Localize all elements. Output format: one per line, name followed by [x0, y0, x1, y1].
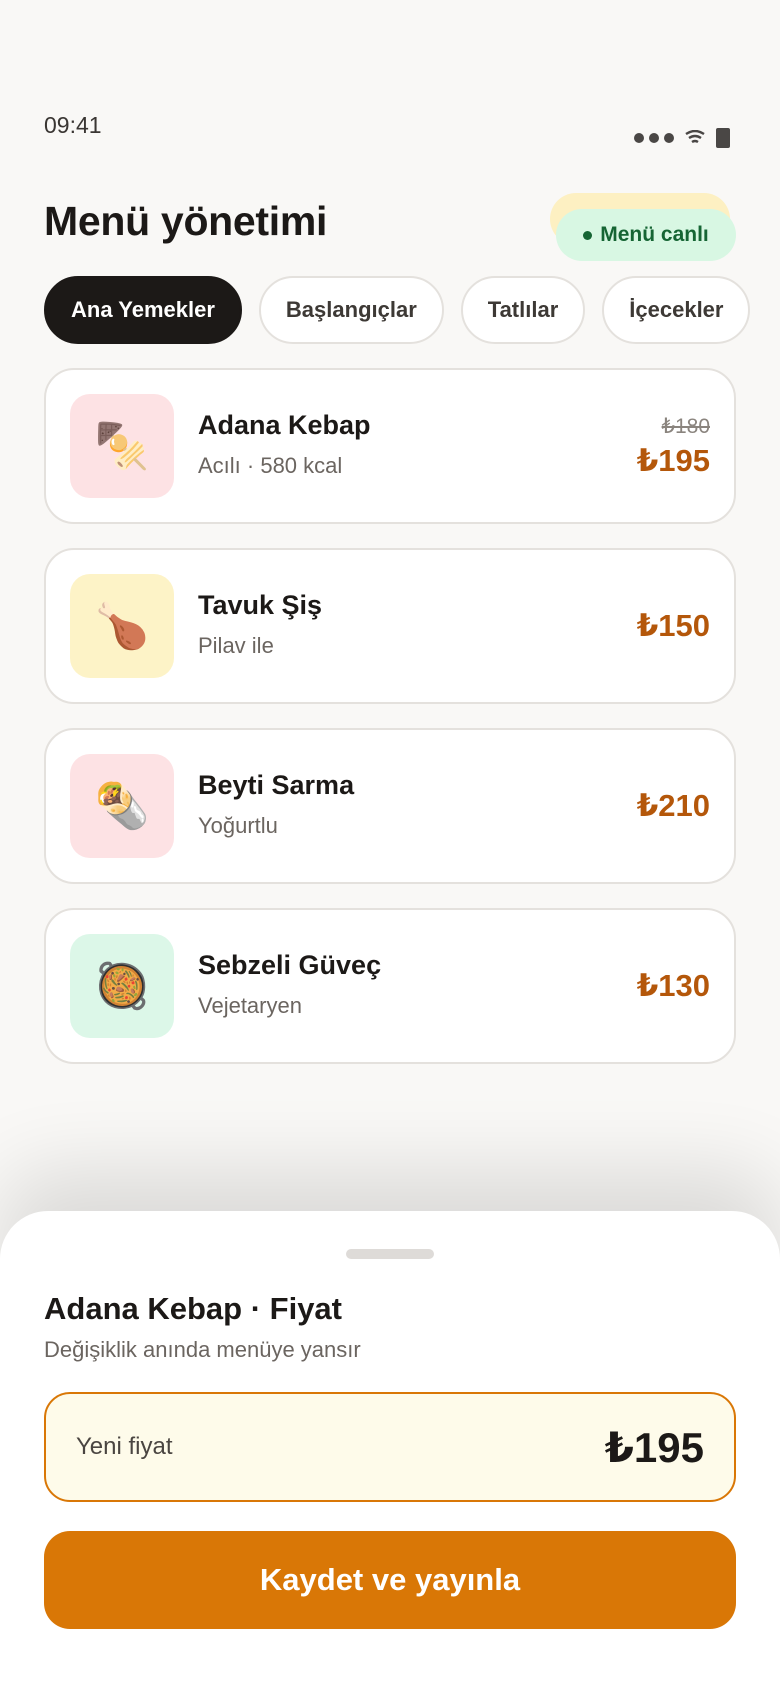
menu-item-tavuk-sis[interactable]: 🍗 Tavuk Şiş Pilav ile ₺150 [44, 548, 736, 704]
tab-icecekler[interactable]: İçecekler [602, 276, 751, 344]
new-price-value[interactable]: ₺195 [605, 1423, 704, 1472]
tab-ana-yemekler[interactable]: Ana Yemekler [44, 276, 242, 344]
page-title: Menü yönetimi [44, 198, 328, 244]
sheet-drag-handle[interactable] [346, 1249, 434, 1259]
status-time: 09:41 [44, 112, 102, 138]
item-name: Adana Kebap [198, 410, 371, 440]
kebab-skewer-icon: 🍢 [70, 394, 174, 498]
new-price-label: Yeni fiyat [76, 1433, 173, 1460]
menu-item-adana-kebap[interactable]: 🍢 Adana Kebap Acılı · 580 kcal ₺180 ₺195 [44, 368, 736, 524]
item-name: Beyti Sarma [198, 770, 355, 800]
item-subtitle: Acılı · 580 kcal [198, 453, 343, 478]
price-edit-sheet: Adana Kebap · Fiyat Değişiklik anında me… [0, 1211, 780, 1690]
live-status-badge: Menü canlı [550, 193, 736, 263]
casserole-pan-icon: 🥘 [70, 934, 174, 1038]
menu-item-list: 🍢 Adana Kebap Acılı · 580 kcal ₺180 ₺195… [44, 368, 736, 1088]
item-subtitle: Pilav ile [198, 633, 274, 658]
sheet-title: Adana Kebap · Fiyat [44, 1291, 342, 1326]
signal-icon [634, 133, 674, 143]
live-dot-icon [583, 230, 593, 240]
sheet-subtitle: Değişiklik anında menüye yansır [44, 1337, 361, 1362]
status-icons [634, 128, 730, 148]
item-name: Sebzeli Güveç [198, 950, 382, 980]
item-price: ₺210 [636, 788, 710, 823]
live-badge-label: Menü canlı [600, 223, 709, 246]
item-subtitle: Yoğurtlu [198, 813, 278, 838]
item-subtitle: Vejetaryen [198, 993, 302, 1018]
item-old-price: ₺180 [661, 414, 710, 438]
tab-baslangiclar[interactable]: Başlangıçlar [258, 276, 444, 344]
new-price-field[interactable]: Yeni fiyat ₺195 [44, 1392, 736, 1502]
menu-item-beyti-sarma[interactable]: 🌯 Beyti Sarma Yoğurtlu ₺210 [44, 728, 736, 884]
menu-item-sebzeli-guvec[interactable]: 🥘 Sebzeli Güveç Vejetaryen ₺130 [44, 908, 736, 1064]
item-price: ₺195 [636, 442, 710, 478]
live-badge-pill: Menü canlı [556, 209, 736, 261]
save-and-publish-button[interactable]: Kaydet ve yayınla [44, 1531, 736, 1629]
burrito-wrap-icon: 🌯 [70, 754, 174, 858]
category-tabs: Ana Yemekler Başlangıçlar Tatlılar İçece… [44, 276, 751, 344]
battery-icon [716, 128, 730, 148]
item-name: Tavuk Şiş [198, 590, 323, 620]
chicken-leg-icon: 🍗 [70, 574, 174, 678]
item-price: ₺150 [636, 608, 710, 643]
item-price: ₺130 [636, 968, 710, 1003]
tab-tatlilar[interactable]: Tatlılar [460, 276, 586, 344]
wifi-icon [685, 130, 705, 144]
